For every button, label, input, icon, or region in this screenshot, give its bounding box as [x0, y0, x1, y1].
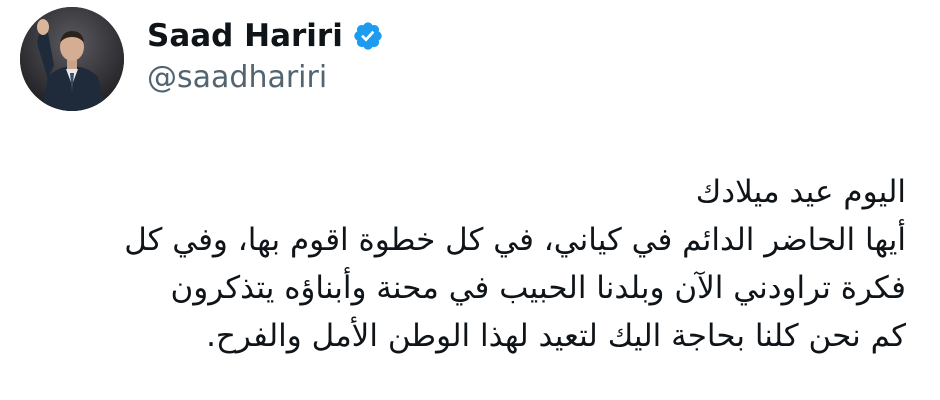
author-display-name[interactable]: Saad Hariri [147, 18, 343, 54]
tweet-card: Saad Hariri @saadhariri اليوم عيد ميلادك… [0, 0, 940, 400]
profile-photo [20, 7, 124, 111]
tweet-text-line: اليوم عيد ميلادك [695, 174, 906, 210]
author-handle[interactable]: @saadhariri [147, 60, 327, 95]
author-name-row: Saad Hariri [147, 14, 384, 58]
tweet-text-line: كم نحن كلنا بحاجة اليك لتعيد لهذا الوطن … [206, 318, 906, 354]
tweet-text-line: فكرة تراودني الآن وبلدنا الحبيب في محنة … [170, 270, 906, 306]
verified-badge-icon [352, 20, 384, 52]
tweet-text: اليوم عيد ميلادك أيها الحاضر الدائم في ك… [26, 168, 906, 360]
avatar[interactable] [20, 7, 124, 111]
tweet-text-line: أيها الحاضر الدائم في كياني، في كل خطوة … [124, 222, 906, 258]
